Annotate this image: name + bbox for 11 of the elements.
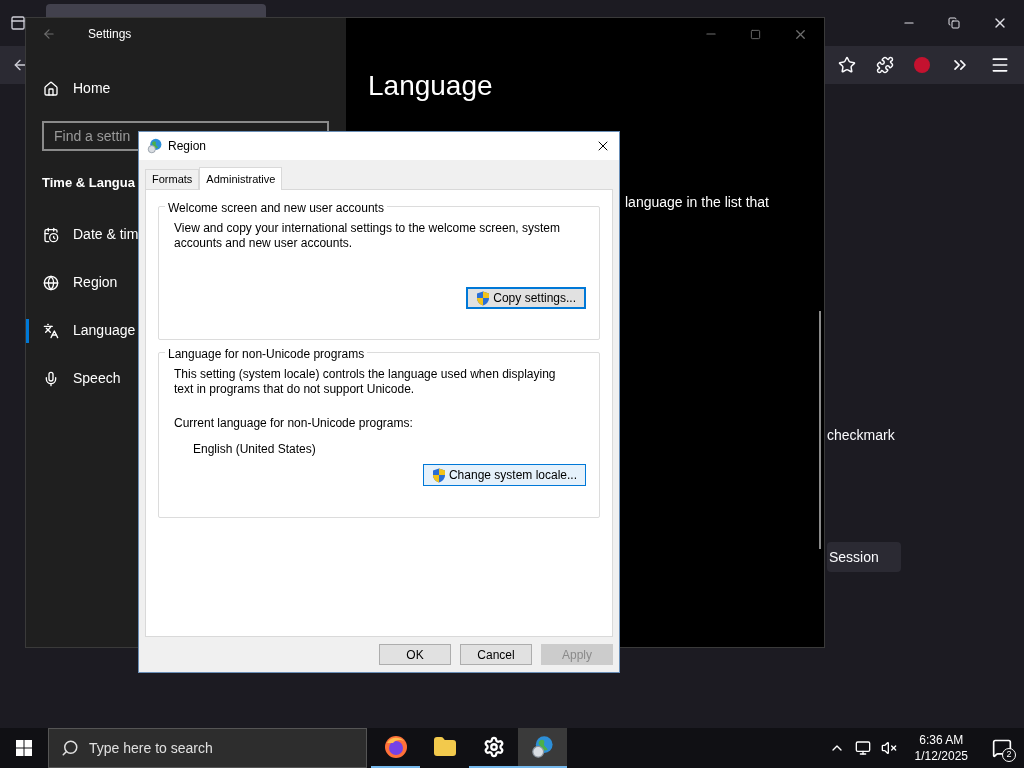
notification-badge: 2 xyxy=(1002,748,1016,762)
window-title: Settings xyxy=(88,26,132,43)
page-text: checkmark xyxy=(827,426,896,445)
field-label: Current language for non-Unicode programs: xyxy=(174,415,414,432)
group-description: View and copy your international settings to the welcome screen, system accounts and new user accounts. xyxy=(174,221,561,251)
page-heading: Language xyxy=(368,72,494,100)
dialog-title: Region xyxy=(168,138,207,155)
field-value: English (United States) xyxy=(193,441,317,458)
section-title: Time & Langua xyxy=(42,174,135,192)
group-description: This setting (system locale) controls the language used when displaying text in programs that do not support Unicode. xyxy=(174,367,557,397)
body-text: language in the list that xyxy=(625,193,770,212)
